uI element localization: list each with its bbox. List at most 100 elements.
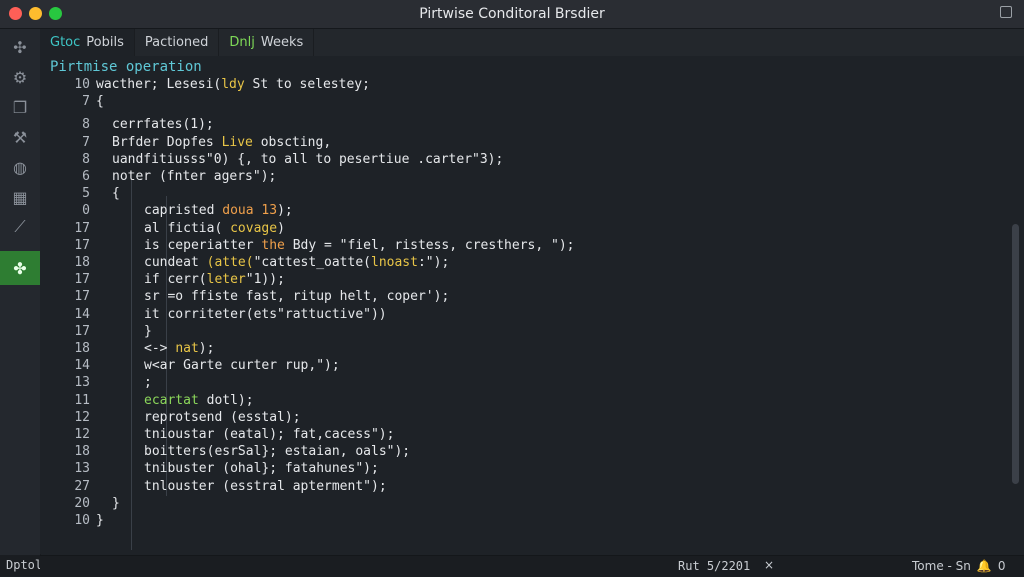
code-token: tnibuster [144, 461, 223, 477]
line-text: if cerr(leter"1)); [144, 271, 285, 288]
code-token: ); [433, 289, 450, 305]
editor-window: Pirtwise Conditoral Brsdier ✣ ⚙ ❐ ⚒ ◍ ▦ … [0, 0, 1024, 577]
line-number: 17 [74, 289, 90, 305]
tab-pobils[interactable]: Gtoc Pobils [40, 29, 135, 56]
code-line[interactable]: 13; [40, 374, 1000, 391]
code-line[interactable]: 20} [40, 495, 1000, 512]
extensions-icon: ✤ [13, 258, 27, 278]
code-token: "1)); [245, 272, 285, 288]
notification-count[interactable]: 0 [998, 559, 1006, 573]
code-line[interactable]: 0 capristed doua 13); [40, 202, 1000, 219]
line-number: 7 [82, 94, 90, 110]
activity-puzzle[interactable]: ⚙ [0, 61, 40, 93]
line-number: 6 [82, 169, 90, 184]
maximize-window-button[interactable] [49, 7, 62, 20]
grid-icon: ▦ [12, 187, 28, 207]
close-icon[interactable]: × [764, 558, 774, 572]
code-line[interactable]: 8 uandfitiusss"0) {, to all to pesertiue … [40, 151, 1000, 168]
code-token: is ceperiatter [144, 237, 262, 253]
status-right: Tome - Sn 🔔 0 [912, 559, 1005, 573]
code-token: fatahunes"); [284, 461, 379, 477]
line-text: w<ar Garte curter rup,"); [144, 357, 340, 374]
minimize-window-button[interactable] [29, 7, 42, 20]
activity-compass[interactable]: ✣ [0, 31, 40, 63]
line-text: it corriteter(ets"rattuctive")) [144, 306, 387, 323]
code-token: w<ar [144, 358, 184, 374]
code-token: cundeat [144, 255, 207, 270]
status-cursor[interactable]: Rut 5/2201 [678, 559, 750, 573]
code-line[interactable]: 17} [40, 323, 1000, 340]
line-number: 8 [82, 151, 90, 167]
bell-icon[interactable]: 🔔 [977, 559, 992, 573]
code-token: tnioustar (eatal); [144, 427, 293, 442]
code-token: (ohal [222, 461, 262, 477]
close-window-button[interactable] [9, 7, 22, 20]
code-line[interactable]: 12 tnioustar (eatal); fat,cacess"); [40, 426, 1000, 443]
code-token: ldy [221, 77, 245, 92]
line-number: 18 [74, 255, 90, 270]
code-token: Live [221, 134, 253, 150]
activity-globe[interactable]: ◍ [0, 151, 40, 183]
code-token: }; estaian, oals"); [261, 444, 411, 460]
tab-prefix: Dnlj [229, 35, 255, 50]
line-number: 12 [74, 409, 90, 425]
code-line[interactable]: 10 wacther; Lesesi(ldy St to selestey; [40, 76, 1000, 93]
files-icon: ❐ [12, 97, 28, 117]
activity-link[interactable]: ⟋ [0, 211, 40, 243]
code-token: agers" [213, 169, 261, 184]
code-line[interactable]: 8 cerrfates(1); [40, 116, 1000, 133]
code-line[interactable]: 18 boitters(esrSal}; estaian, oals"); [40, 443, 1000, 460]
link-icon: ⟋ [14, 217, 26, 236]
code-line[interactable]: 18 cundeat (atte("cattest_oatte(lnoast:")… [40, 254, 1000, 271]
vertical-scrollbar[interactable] [1012, 224, 1019, 484]
code-line[interactable]: 7{ [40, 93, 1000, 110]
status-mode[interactable]: Tome - Sn [912, 559, 971, 573]
activity-tools[interactable]: ⚒ [0, 121, 40, 153]
code-line[interactable]: 7 Brfder Dopfes Live obscting, [40, 134, 1000, 151]
code-line[interactable]: 10} [40, 512, 1000, 529]
title-bar: Pirtwise Conditoral Brsdier [0, 0, 1024, 29]
code-token: leter [206, 272, 246, 288]
code-line[interactable]: 17 is ceperiatter the Bdy = "fiel, ristes… [40, 237, 1000, 254]
code-line[interactable]: 6 noter (fnter agers"); [40, 168, 1000, 185]
line-number: 5 [82, 186, 90, 202]
code-line[interactable]: 18 <-> nat); [40, 340, 1000, 357]
line-number: 13 [74, 375, 90, 391]
fullscreen-icon[interactable] [1000, 6, 1012, 18]
code-line[interactable]: 27 tnlouster (esstral apterment"); [40, 478, 1000, 495]
code-token: <-> [144, 341, 176, 356]
line-text: { [112, 185, 120, 202]
line-number: 17 [74, 272, 90, 288]
line-number: 11 [74, 392, 90, 408]
code-line[interactable]: 12 reprotsend (esstal); [40, 409, 1000, 426]
code-line[interactable]: 13 tnibuster (ohal}; fatahunes"); [40, 460, 1000, 477]
code-token: tnlouster [144, 478, 223, 494]
code-token: lnoast [371, 255, 418, 270]
code-token: Brfder Dopfes [112, 134, 222, 150]
activity-grid[interactable]: ▦ [0, 181, 40, 213]
activity-files[interactable]: ❐ [0, 91, 40, 123]
tab-label: Weeks [260, 35, 304, 50]
code-token: cerrfates(1); [112, 117, 214, 133]
code-token: St to selestey; [244, 77, 370, 92]
tab-pactioned[interactable]: Pactioned [135, 29, 220, 56]
code-line[interactable]: 17 if cerr(leter"1)); [40, 271, 1000, 288]
code-line[interactable]: 17 al fictia( covage) [40, 220, 1000, 237]
line-text: ; [144, 374, 152, 391]
activity-extensions[interactable]: ✤ [0, 251, 40, 285]
line-text: sr =o ffiste fast, ritup helt, coper'); [144, 288, 449, 305]
code-line[interactable]: 14 it corriteter(ets"rattuctive")) [40, 306, 1000, 323]
code-token: dotl); [206, 392, 254, 408]
code-line[interactable]: 5{ [40, 185, 1000, 202]
code-token: boitters( [144, 444, 215, 460]
section-title: Pirtmise operation [50, 59, 202, 75]
line-text: uandfitiusss"0) {, to all to pesertiue .… [112, 151, 503, 168]
code-line[interactable]: 17 sr =o ffiste fast, ritup helt, coper')… [40, 288, 1000, 305]
compass-icon: ✣ [13, 37, 27, 57]
tab-weeks[interactable]: Dnlj Weeks [219, 29, 315, 56]
line-text: tnibuster (ohal}; fatahunes"); [144, 460, 379, 477]
code-line[interactable]: 14 w<ar Garte curter rup,"); [40, 357, 1000, 374]
code-editor[interactable]: Pirtmise operation 10 wacther; Lesesi(ldy… [40, 56, 1008, 554]
code-line[interactable]: 11 ecartat dotl); [40, 392, 1000, 409]
code-token: ); [198, 341, 215, 356]
